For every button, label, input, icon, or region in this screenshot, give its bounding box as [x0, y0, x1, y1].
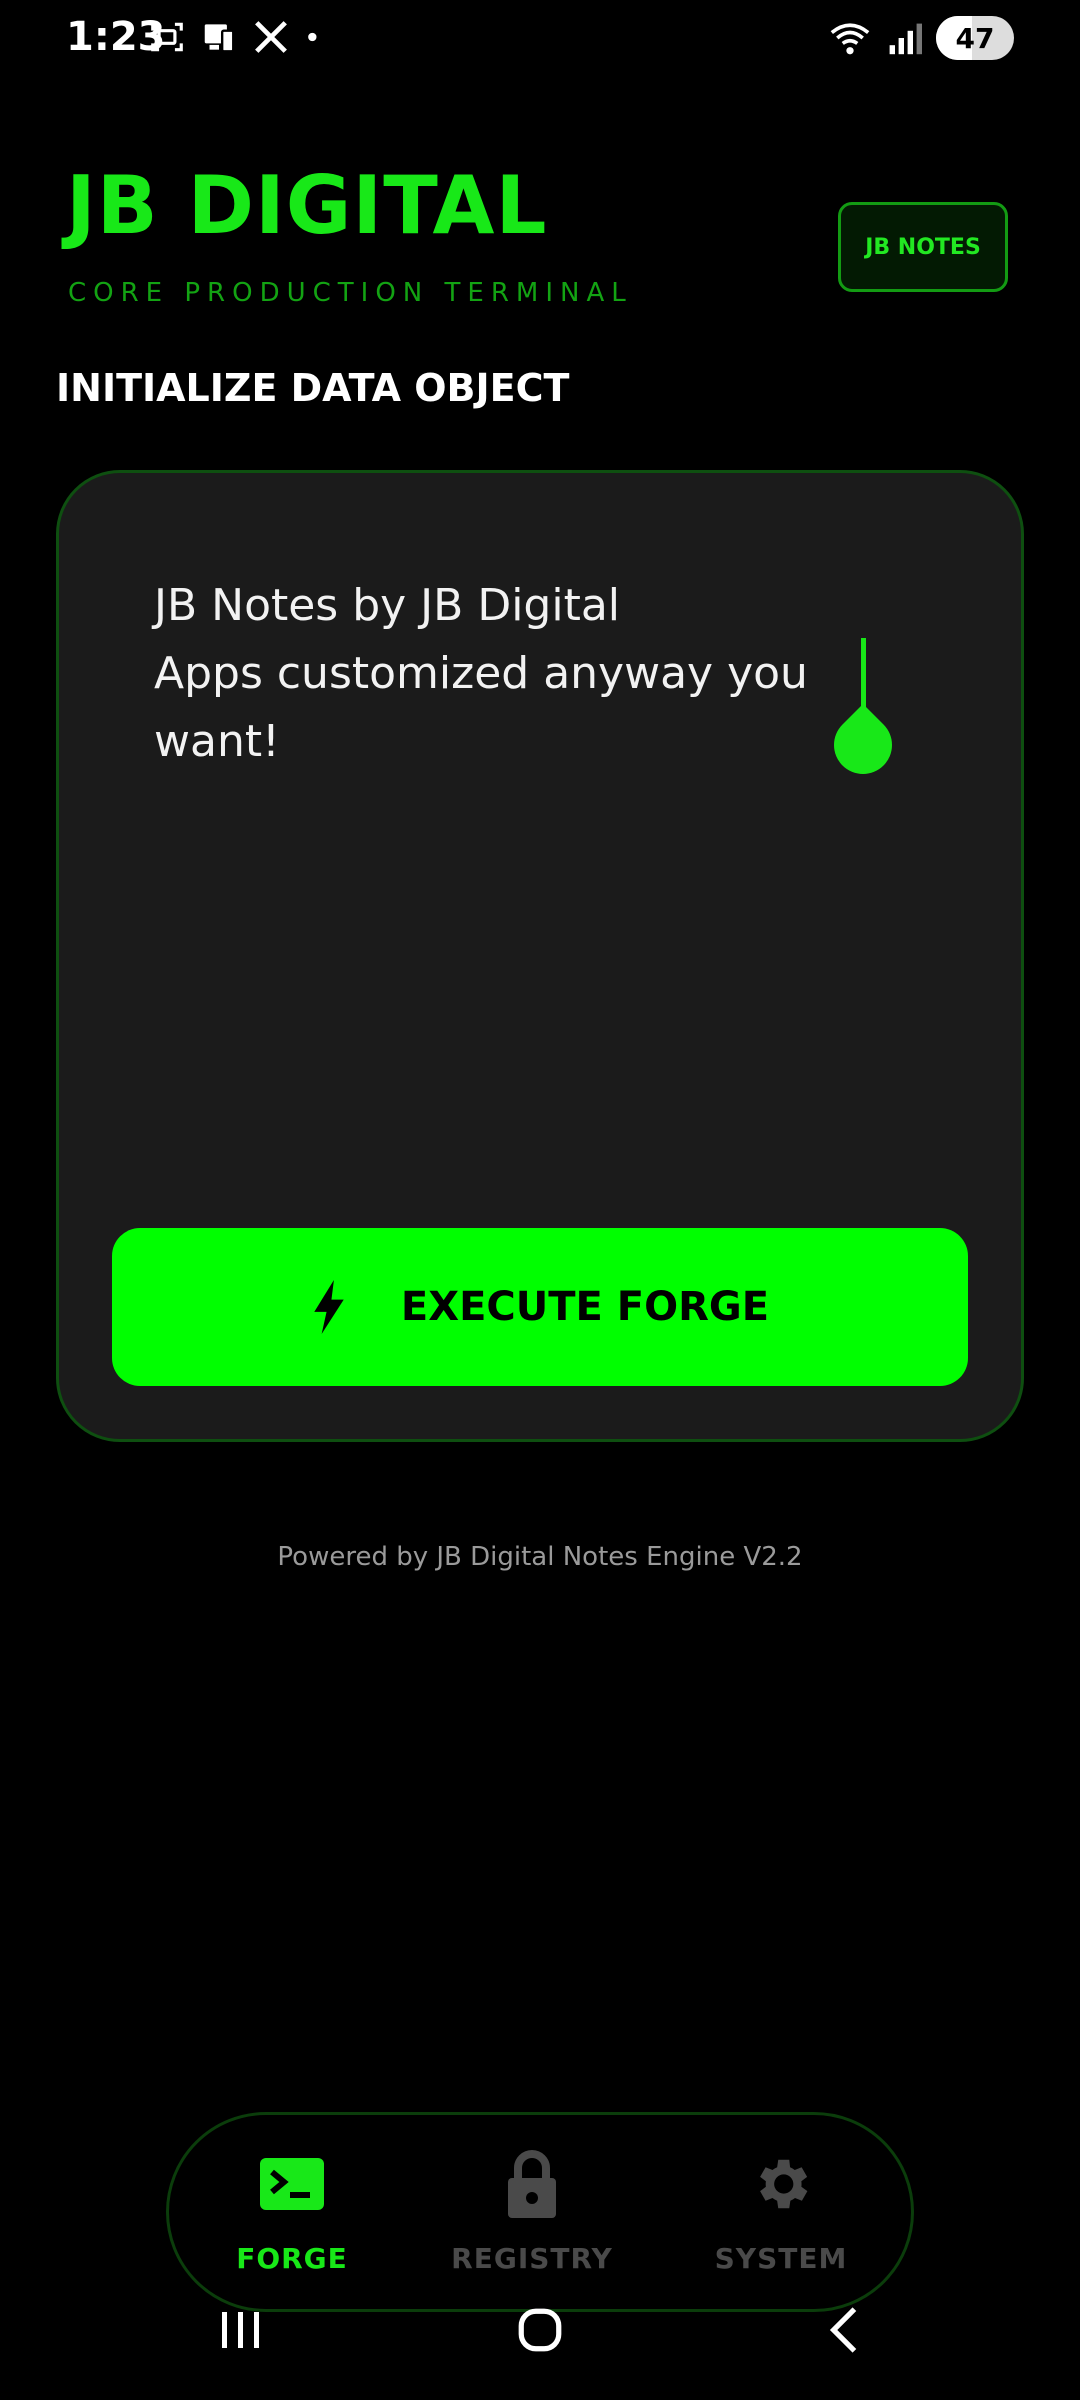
nav-registry-label: REGISTRY	[451, 2242, 613, 2275]
brand-title: JB DIGITAL	[66, 159, 548, 252]
section-title: INITIALIZE DATA OBJECT	[56, 366, 570, 410]
gear-icon	[760, 2159, 808, 2209]
battery-level: 47	[955, 21, 995, 55]
bolt-icon	[314, 1280, 344, 1334]
wifi-icon	[830, 23, 870, 55]
brand-tagline: CORE PRODUCTION TERMINAL	[68, 278, 633, 308]
x-app-icon	[255, 21, 287, 53]
status-system-icons: 47	[828, 16, 1014, 60]
terminal-icon	[260, 2158, 324, 2210]
nav-forge[interactable]: FORGE	[192, 2148, 392, 2275]
lock-icon	[508, 2150, 556, 2218]
screenshot-icon	[151, 22, 183, 52]
notification-dot-icon	[308, 32, 317, 42]
signal-icon	[889, 23, 922, 55]
execute-forge-button[interactable]: EXECUTE FORGE	[112, 1228, 968, 1386]
device-icon	[204, 24, 235, 53]
home-button[interactable]	[500, 2300, 580, 2360]
nav-system[interactable]: SYSTEM	[681, 2148, 881, 2275]
home-icon	[518, 2308, 562, 2352]
nav-forge-label: FORGE	[236, 2242, 348, 2275]
back-icon	[829, 2307, 857, 2353]
note-input[interactable]: JB Notes by JB Digital Apps customized a…	[154, 572, 934, 776]
back-button[interactable]	[804, 2300, 884, 2360]
battery-indicator: 47	[936, 16, 1014, 60]
execute-forge-label: EXECUTE FORGE	[400, 1284, 770, 1330]
nav-system-label: SYSTEM	[714, 2242, 848, 2275]
recents-button[interactable]	[200, 2300, 280, 2360]
nav-registry[interactable]: REGISTRY	[432, 2148, 632, 2275]
footer-text: Powered by JB Digital Notes Engine V2.2	[277, 1542, 803, 1572]
status-notification-icons	[148, 18, 324, 56]
text-cursor	[861, 638, 866, 708]
recents-icon	[222, 2312, 259, 2348]
jb-notes-button[interactable]: JB NOTES	[838, 202, 1008, 292]
